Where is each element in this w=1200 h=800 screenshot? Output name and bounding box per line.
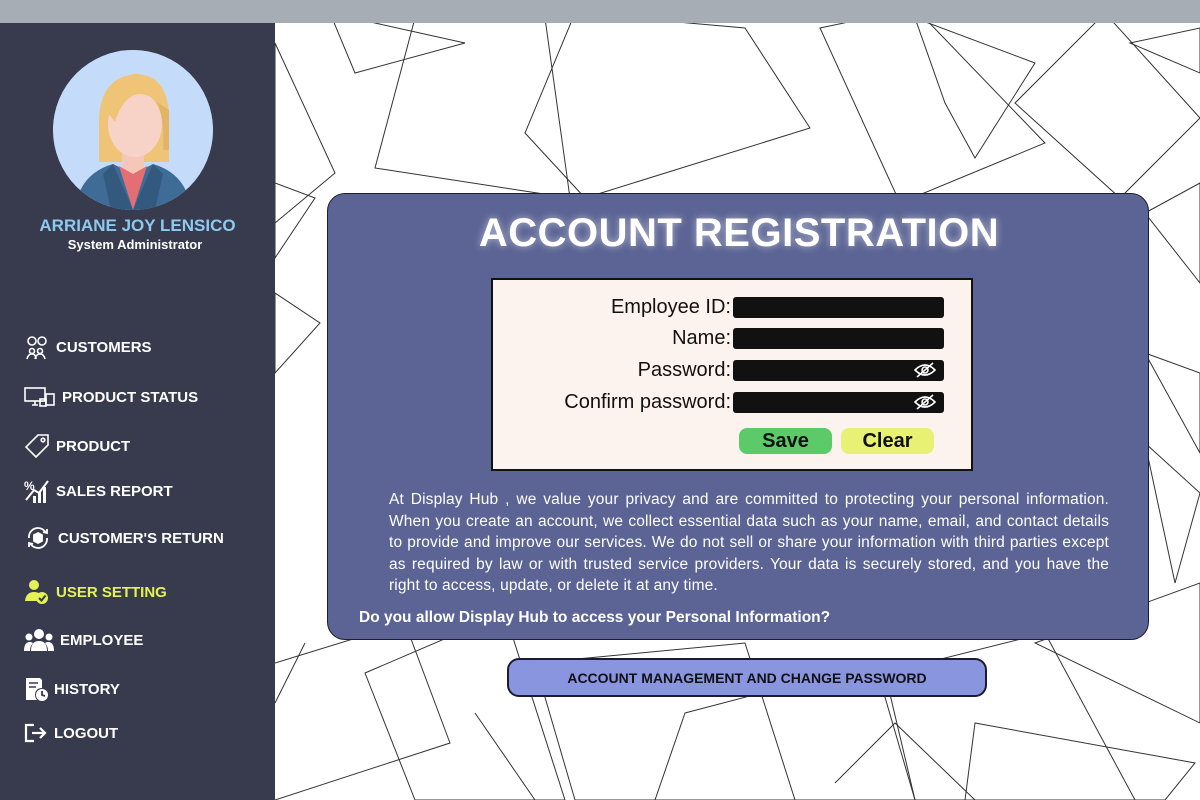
sales-report-icon: %	[24, 478, 50, 504]
name-field[interactable]	[733, 328, 944, 349]
nav-customers-return[interactable]: CUSTOMER'S RETURN	[24, 524, 224, 552]
tag-icon	[24, 433, 50, 459]
page-title: ACCOUNT REGISTRATION	[478, 211, 1000, 255]
history-icon	[24, 676, 48, 702]
employee-id-label: Employee ID:	[610, 296, 731, 318]
user-name: ARRIANE JOY LENSICO	[39, 216, 236, 235]
registration-form: Employee ID: Name: Password: Confirm pas…	[491, 278, 973, 471]
logout-icon	[24, 722, 48, 744]
top-bar	[0, 0, 1200, 23]
eye-off-icon[interactable]	[913, 393, 937, 411]
nav-label: EMPLOYEE	[60, 631, 144, 649]
nav-label: PRODUCT	[56, 437, 131, 455]
nav-label: PRODUCT STATUS	[62, 388, 199, 406]
product-status-icon	[24, 385, 56, 409]
user-setting-icon	[24, 579, 50, 605]
nav-label: CUSTOMER'S RETURN	[58, 529, 224, 547]
nav-product-status[interactable]: PRODUCT STATUS	[24, 385, 198, 409]
confirm-password-label: Confirm password:	[564, 391, 731, 413]
avatar	[53, 50, 213, 210]
privacy-notice: At Display Hub , we value your privacy a…	[389, 491, 1109, 594]
password-label: Password:	[637, 359, 731, 381]
user-role: System Administrator	[67, 237, 203, 252]
nav-sales-report[interactable]: % SALES REPORT	[24, 478, 173, 504]
account-management-button[interactable]: ACCOUNT MANAGEMENT AND CHANGE PASSWORD	[507, 658, 987, 697]
sidebar: ARRIANE JOY LENSICO System Administrator…	[0, 23, 275, 800]
save-button[interactable]: Save	[739, 428, 832, 454]
nav-label: LOGOUT	[54, 724, 119, 742]
nav-label: USER SETTING	[56, 583, 167, 601]
employee-icon	[24, 629, 54, 651]
customers-icon	[24, 334, 50, 360]
clear-button[interactable]: Clear	[841, 428, 934, 454]
name-label: Name:	[672, 327, 731, 349]
eye-off-icon[interactable]	[913, 361, 937, 379]
nav-history[interactable]: HISTORY	[24, 676, 120, 702]
employee-id-field[interactable]	[733, 297, 944, 318]
nav-product[interactable]: PRODUCT	[24, 433, 130, 459]
consent-question: Do you allow Display Hub to access your …	[359, 609, 831, 626]
nav-employee[interactable]: EMPLOYEE	[24, 629, 143, 651]
nav-label: SALES REPORT	[56, 482, 173, 500]
return-icon	[24, 524, 52, 552]
registration-panel: ACCOUNT REGISTRATION Employee ID: Name: …	[327, 193, 1149, 640]
nav-label: CUSTOMERS	[56, 338, 152, 356]
nav-label: HISTORY	[54, 680, 120, 698]
nav-user-setting[interactable]: USER SETTING	[24, 579, 167, 605]
nav-customers[interactable]: CUSTOMERS	[24, 334, 152, 360]
nav-logout[interactable]: LOGOUT	[24, 722, 118, 744]
